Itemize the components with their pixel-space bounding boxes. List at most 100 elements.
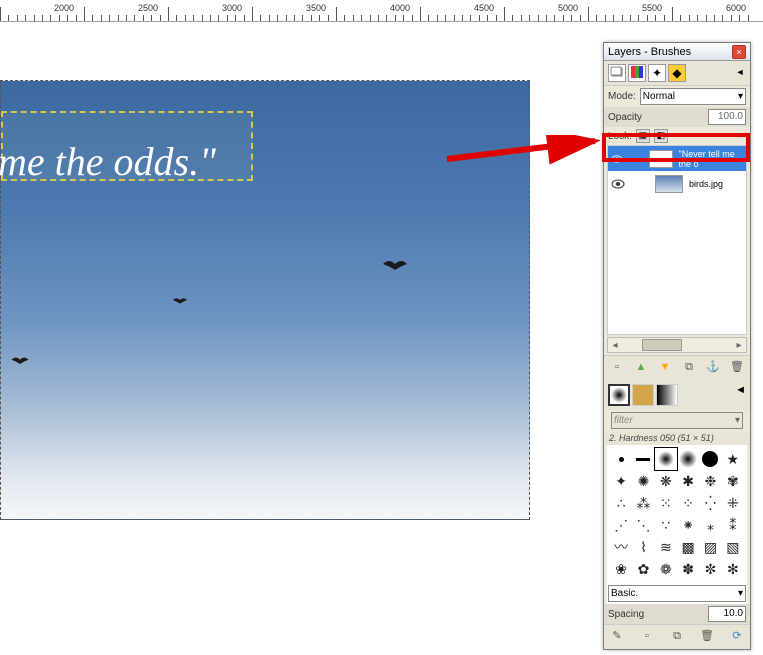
opacity-input[interactable]: 100.0 [708, 109, 746, 125]
brush-item[interactable]: ✿ [632, 558, 654, 580]
brush-item[interactable]: ✺ [632, 470, 654, 492]
brush-item[interactable]: ⁕ [677, 514, 699, 536]
channels-tab-icon[interactable] [628, 64, 646, 82]
brush-item[interactable]: ★ [722, 448, 744, 470]
chevron-down-icon: ▾ [735, 415, 740, 426]
horizontal-scrollbar[interactable]: ◂ ▸ [607, 337, 747, 353]
anchor-layer-icon[interactable]: ⚓ [705, 360, 721, 376]
brush-item[interactable]: ✽ [677, 558, 699, 580]
brush-filter-row: filter▾ [607, 410, 747, 431]
panel-menu-icon[interactable]: ◄ [734, 67, 746, 79]
refresh-brush-icon[interactable]: ⟳ [729, 629, 745, 645]
canvas-text[interactable]: me the odds." [0, 138, 216, 185]
delete-layer-icon[interactable]: 🗑 [729, 360, 745, 376]
layers-panel: Layers - Brushes × ✦ ◆ ◄ Mode: Normal▾ O… [603, 42, 751, 650]
brush-item[interactable]: ❁ [655, 558, 677, 580]
brush-item[interactable] [632, 448, 654, 470]
brush-item[interactable]: ▩ [677, 536, 699, 558]
panel-menu-icon[interactable]: ◄ [735, 384, 746, 406]
layer-thumbnail [655, 175, 683, 193]
brush-item[interactable]: ⋰ [610, 514, 632, 536]
layer-row[interactable]: A "Never tell me the o [608, 146, 746, 171]
new-brush-icon[interactable]: ▫ [639, 629, 655, 645]
brush-item[interactable] [610, 448, 632, 470]
brush-item[interactable]: ⁑ [722, 514, 744, 536]
brush-item[interactable]: ✻ [722, 558, 744, 580]
spacing-label: Spacing [608, 609, 644, 620]
opacity-label: Opacity [608, 112, 642, 123]
brush-item[interactable]: ⁛ [699, 492, 721, 514]
brush-item[interactable]: ▨ [699, 536, 721, 558]
layer-row[interactable]: birds.jpg [608, 171, 746, 196]
lower-layer-icon[interactable]: ▼ [657, 360, 673, 376]
brush-item[interactable]: 〰 [610, 536, 632, 558]
layers-tab-icon[interactable] [608, 64, 626, 82]
lock-label: Lock: [608, 131, 632, 142]
brush-item[interactable]: ❀ [610, 558, 632, 580]
dock-tabs: ✦ ◆ ◄ [604, 61, 750, 86]
bird-silhouette [381, 256, 409, 277]
undo-tab-icon[interactable]: ◆ [668, 64, 686, 82]
delete-brush-icon[interactable]: 🗑 [699, 629, 715, 645]
mode-label: Mode: [608, 91, 636, 102]
raise-layer-icon[interactable]: ▲ [633, 360, 649, 376]
brush-item[interactable]: ⋱ [632, 514, 654, 536]
brush-item[interactable]: ▧ [722, 536, 744, 558]
brush-item[interactable]: ✱ [677, 470, 699, 492]
brush-preset-row: Basic.▾ [604, 583, 750, 604]
brush-item[interactable]: ❋ [655, 470, 677, 492]
brush-item[interactable]: ∵ [655, 514, 677, 536]
scroll-left-icon: ◂ [608, 340, 622, 351]
close-icon[interactable]: × [732, 45, 746, 59]
brush-item[interactable]: ⁎ [699, 514, 721, 536]
brush-item[interactable]: ❉ [699, 470, 721, 492]
lock-pixel-icon[interactable]: ▦ [636, 129, 650, 143]
brush-buttons: ✎ ▫ ⧉ 🗑 ⟳ [604, 624, 750, 649]
visibility-icon[interactable] [611, 154, 622, 164]
canvas-area[interactable]: me the odds." [0, 22, 560, 632]
scrollbar-thumb[interactable] [642, 339, 682, 351]
gradients-tab-icon[interactable] [656, 384, 678, 406]
brush-info-label: 2. Hardness 050 (51 × 51) [604, 431, 750, 445]
duplicate-brush-icon[interactable]: ⧉ [669, 629, 685, 645]
lock-row: Lock: ▦ ◧ [604, 127, 750, 145]
brush-filter-input[interactable]: filter▾ [611, 412, 743, 429]
brush-item[interactable]: ✼ [699, 558, 721, 580]
scroll-right-icon: ▸ [732, 340, 746, 351]
brush-item[interactable]: ∴ [610, 492, 632, 514]
lock-alpha-icon[interactable]: ◧ [654, 129, 668, 143]
brush-preset-select[interactable]: Basic.▾ [608, 585, 746, 602]
brush-item[interactable]: ✾ [722, 470, 744, 492]
paths-tab-icon[interactable]: ✦ [648, 64, 666, 82]
visibility-icon[interactable] [611, 179, 625, 189]
text-layer-selection[interactable]: me the odds." [1, 111, 253, 181]
brush-item[interactable]: ⁘ [677, 492, 699, 514]
blend-mode-select[interactable]: Normal▾ [640, 88, 746, 105]
layer-name[interactable]: "Never tell me the o [679, 149, 743, 169]
layer-thumbnail: A [649, 150, 672, 168]
brush-item[interactable]: ⁂ [632, 492, 654, 514]
chevron-down-icon: ▾ [738, 588, 743, 599]
spacing-input[interactable]: 10.0 [708, 606, 746, 622]
duplicate-layer-icon[interactable]: ⧉ [681, 360, 697, 376]
layer-name[interactable]: birds.jpg [689, 179, 723, 189]
patterns-tab-icon[interactable] [632, 384, 654, 406]
brush-item[interactable]: ≋ [655, 536, 677, 558]
edit-brush-icon[interactable]: ✎ [609, 629, 625, 645]
layers-list[interactable]: A "Never tell me the o birds.jpg [607, 145, 747, 335]
brush-item[interactable] [677, 448, 699, 470]
brush-item[interactable] [655, 448, 677, 470]
annotation-arrow [445, 135, 600, 165]
panel-titlebar[interactable]: Layers - Brushes × [604, 43, 750, 61]
brush-item[interactable]: ⁙ [655, 492, 677, 514]
new-layer-icon[interactable]: ▫ [609, 360, 625, 376]
brush-item[interactable]: ✦ [610, 470, 632, 492]
brush-item[interactable]: ⌇ [632, 536, 654, 558]
brush-item[interactable]: ⁜ [722, 492, 744, 514]
brush-item[interactable] [699, 448, 721, 470]
panel-title-text: Layers - Brushes [608, 46, 691, 58]
spacing-row: Spacing 10.0 [604, 604, 750, 624]
brushes-tab-icon[interactable] [608, 384, 630, 406]
layers-buttons: ▫ ▲ ▼ ⧉ ⚓ 🗑 [604, 355, 750, 380]
panel-footer: Basic.▾ Spacing 10.0 ✎ ▫ ⧉ 🗑 ⟳ [604, 583, 750, 649]
